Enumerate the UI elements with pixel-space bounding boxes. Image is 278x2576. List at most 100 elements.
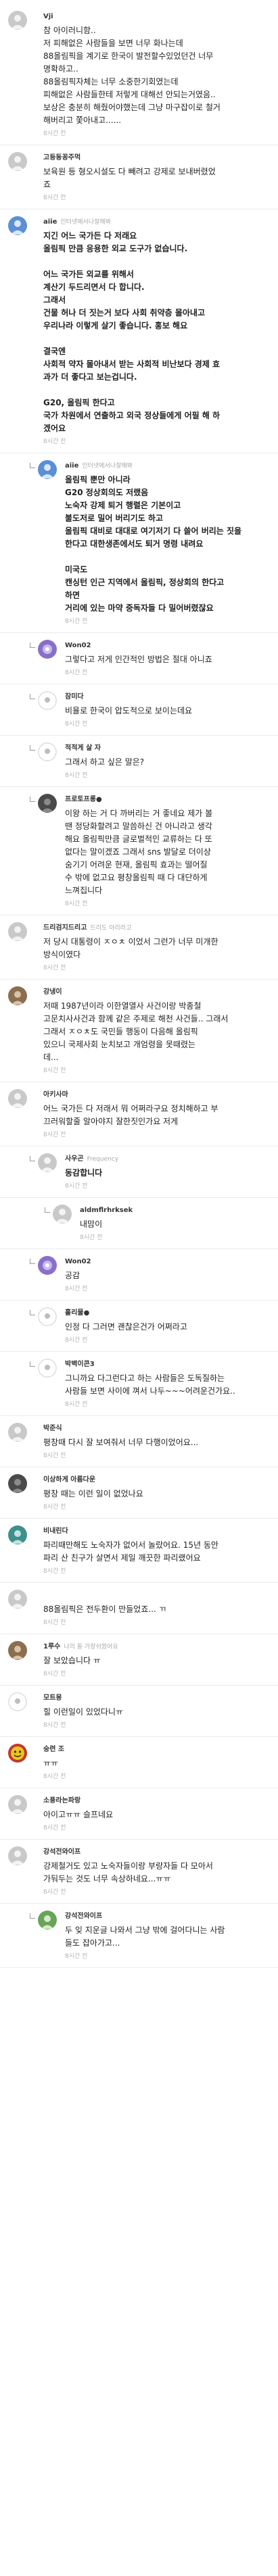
avatar-icon <box>11 991 24 1005</box>
avatar[interactable] <box>38 1153 57 1172</box>
username[interactable]: 잠미다 <box>65 693 84 701</box>
timestamp: 8시간 전 <box>43 1568 66 1575</box>
avatar[interactable] <box>38 1256 57 1275</box>
avatar-icon <box>11 15 24 29</box>
reply-item: Won02 공감 8시간 전 <box>0 1249 278 1300</box>
comment-header: aiie 인터넷에서나잘해봐 <box>65 461 269 471</box>
avatar[interactable] <box>8 986 27 1005</box>
avatar[interactable] <box>38 794 57 813</box>
avatar[interactable] <box>8 1692 27 1711</box>
comment-text: 올림픽 뿐만 아니라 G20 정상회의도 저랬음 노숙자 강제 퇴거 행렬은 기본이… <box>65 474 269 615</box>
avatar[interactable] <box>8 1474 27 1493</box>
username[interactable]: 아키사마 <box>43 1091 68 1098</box>
avatar[interactable] <box>8 1744 27 1763</box>
avatar[interactable] <box>8 1795 27 1814</box>
avatar-icon <box>38 691 57 710</box>
avatar[interactable] <box>8 11 27 30</box>
avatar[interactable] <box>8 1089 27 1108</box>
timestamp: 8시간 전 <box>43 1504 66 1511</box>
avatar[interactable] <box>38 460 57 479</box>
username[interactable]: 사우곤 <box>65 1155 84 1163</box>
comment-line: 거리에 있는 마약 중독자들 다 밀어버렸잖요 <box>65 603 214 613</box>
username[interactable]: 1루수 <box>43 1643 60 1650</box>
avatar[interactable] <box>38 742 57 761</box>
avatar-icon <box>11 1479 24 1492</box>
avatar-icon <box>11 926 24 940</box>
comment-line: 가둬두는 것도 너무 속상하네요...ㅠㅠ <box>43 1874 171 1884</box>
comment-line: 올림픽 만큼 응용한 외교 도구가 없습니다. <box>43 244 188 253</box>
comment-line: 저 당시 대통령이 ㅈㅇㅊ 이었서 그런가 너무 미개한 <box>43 937 218 946</box>
comment-item: 박준식 평창때 다시 잘 보여줘서 너무 다행이었어요... 8시간 전 <box>0 1416 278 1467</box>
username[interactable]: 고등동꽁주먹 <box>43 154 80 161</box>
avatar-icon <box>55 1209 69 1223</box>
username[interactable]: 숭련 조 <box>43 1746 64 1753</box>
avatar[interactable] <box>38 1911 57 1929</box>
comment-line <box>65 551 269 563</box>
username[interactable]: 소풍라는파랑 <box>43 1797 80 1804</box>
username[interactable]: aldmflrhrksek <box>80 1207 133 1214</box>
avatar[interactable] <box>38 640 57 659</box>
username[interactable]: Vji <box>43 13 53 20</box>
avatar-icon <box>11 220 24 234</box>
timestamp: 8시간 전 <box>43 1132 66 1138</box>
comment-text: 저때 1987년이라 이한열열사 사건이랑 박종철 고문치사사건과 함께 같은 주… <box>43 1000 269 1064</box>
username[interactable]: 모트몽 <box>43 1694 62 1702</box>
username[interactable]: 홀리물● <box>65 1309 89 1317</box>
timestamp: 8시간 전 <box>43 130 66 137</box>
username[interactable]: 적적게 살 자 <box>65 744 101 752</box>
comment-line: 과가 더 좋다고 보는겁니다. <box>43 372 137 382</box>
avatar[interactable] <box>38 1307 57 1326</box>
username[interactable]: 박준식 <box>43 1425 62 1432</box>
avatar[interactable] <box>8 1846 27 1865</box>
comment-text: 힐 이런일이 있었다니ㅠ <box>43 1706 269 1719</box>
reply-item: 사우곤 Frequency 동감합니다 8시간 전 <box>0 1146 278 1198</box>
avatar[interactable] <box>8 1641 27 1660</box>
comment-item: 비내린다 파리때만해도 노숙자가 없어서 놀랐어요. 15년 동안 파리 산 친구가… <box>0 1519 278 1583</box>
username[interactable]: 비내린다 <box>43 1527 68 1535</box>
timestamp: 8시간 전 <box>43 1619 66 1626</box>
avatar[interactable] <box>8 922 27 941</box>
avatar[interactable] <box>8 1423 27 1442</box>
avatar[interactable] <box>8 152 27 171</box>
comment-line: 그래서 ㅈㅇㅊ도 국민들 행동이 다음해 올림픽 <box>43 1027 198 1036</box>
avatar-icon <box>11 1427 24 1441</box>
avatar[interactable] <box>38 691 57 710</box>
reply-item: aiie 인터넷에서나잘해봐올림픽 뿐만 아니라 G20 정상회의도 저랬음 노숙자 … <box>0 453 278 633</box>
comment-line: G20 정상회의도 저랬음 <box>65 488 149 497</box>
avatar-icon <box>11 1799 24 1813</box>
comment-line <box>43 384 269 397</box>
timestamp: 8시간 전 <box>65 901 88 907</box>
username[interactable]: 강석전와이프 <box>43 1848 80 1856</box>
avatar[interactable] <box>8 1590 27 1609</box>
username[interactable]: 박벽이콘3 <box>65 1361 95 1368</box>
comment-line: ㅠㅠ <box>43 1759 59 1768</box>
timestamp: 8시간 전 <box>65 618 88 625</box>
comment-header: 강석전와이프 <box>65 1912 269 1921</box>
avatar-icon <box>11 1746 24 1760</box>
username[interactable]: 프로토프롱● <box>65 796 102 803</box>
comment-line: 죠 <box>43 180 51 189</box>
username[interactable]: 이상하게 아름다운 <box>43 1476 95 1484</box>
comment-header: 이상하게 아름다운 <box>43 1475 269 1485</box>
user-badge: 나의 돌 가장쉬웠어요 <box>64 1644 118 1650</box>
comment-item: Vji 참 아이러니함.. 저 피해없은 사람들을 보면 너무 화나는데 88올림픽을… <box>0 4 278 145</box>
timestamp: 8시간 전 <box>65 721 88 728</box>
username[interactable]: aiie <box>65 462 78 470</box>
username[interactable]: aiie <box>43 218 57 226</box>
comment-header: 적적게 살 자 <box>65 744 269 753</box>
username[interactable]: 강냉이 <box>43 988 62 996</box>
comment-header: 홀리물● <box>65 1309 269 1318</box>
username[interactable]: Won02 <box>65 642 91 649</box>
username[interactable]: Won02 <box>65 1258 91 1265</box>
comment-line: 이왕 하는 거 다 까버리는 거 좋네요 제가 볼 <box>65 809 213 818</box>
avatar[interactable] <box>53 1205 72 1223</box>
avatar[interactable] <box>8 1525 27 1544</box>
username[interactable]: 드리검지드리고 <box>43 924 87 932</box>
username[interactable]: 강석전와이프 <box>65 1913 102 1920</box>
avatar[interactable] <box>8 216 27 235</box>
comment-header: 아키사마 <box>43 1090 269 1100</box>
avatar[interactable] <box>38 1359 57 1378</box>
comment-header <box>43 1591 269 1600</box>
user-badge: 인터넷에서나잘해봐 <box>60 219 111 226</box>
comment-line: 인정 다 그러면 괜찮은건가 어쩌라고 <box>65 1322 187 1332</box>
